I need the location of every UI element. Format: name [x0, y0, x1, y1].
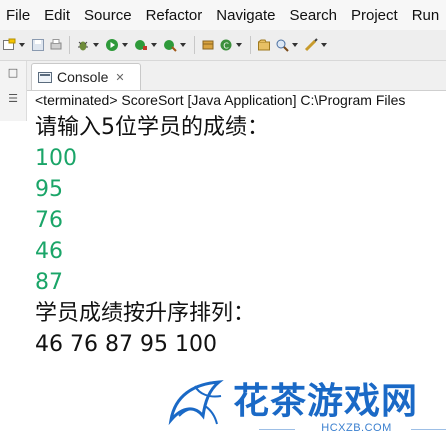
new-icon[interactable] [1, 37, 17, 53]
new-dropdown-icon[interactable] [19, 43, 25, 47]
console-output: 请输入5位学员的成绩： 100 95 76 46 87 学员成绩按升序排列： 4… [35, 112, 446, 360]
input-line: 100 [35, 146, 77, 171]
open-type-icon[interactable] [256, 37, 272, 53]
new-package-icon[interactable] [200, 37, 216, 53]
menu-file[interactable]: File [0, 7, 37, 24]
toolbar-separator [250, 36, 251, 54]
annotation-dropdown-icon[interactable] [321, 43, 327, 47]
prompt-line: 请输入5位学员的成绩： [35, 115, 269, 140]
restore-icon[interactable]: □ [7, 67, 19, 79]
input-line: 76 [35, 208, 63, 233]
print-icon[interactable] [48, 37, 64, 53]
left-trim-bar: □ ☰ [0, 61, 27, 121]
input-line: 87 [35, 270, 63, 295]
input-line: 46 [35, 239, 63, 264]
console-tab-bar: Console ✕ [27, 61, 446, 91]
menu-bar: File Edit Source Refactor Navigate Searc… [0, 0, 446, 30]
outline-icon[interactable]: ☰ [7, 93, 19, 105]
search-dropdown-icon[interactable] [292, 43, 298, 47]
menu-project[interactable]: Project [344, 7, 405, 24]
external-tools-dropdown-icon[interactable] [180, 43, 186, 47]
menu-edit[interactable]: Edit [37, 7, 77, 24]
run-icon[interactable] [104, 37, 120, 53]
close-icon[interactable]: ✕ [115, 71, 124, 84]
run-last-icon[interactable] [133, 37, 149, 53]
annotation-icon[interactable] [303, 37, 319, 53]
tab-console-label: Console [57, 69, 109, 85]
new-class-dropdown-icon[interactable] [236, 43, 242, 47]
toolbar-separator [69, 36, 70, 54]
console-icon [38, 71, 52, 83]
save-icon[interactable] [30, 37, 46, 53]
debug-dropdown-icon[interactable] [93, 43, 99, 47]
svg-text:C: C [223, 42, 229, 51]
watermark-text: 花茶游戏网 [233, 381, 419, 422]
toolbar-separator [194, 36, 195, 54]
watermark: 花茶游戏网 HCXZB.COM [165, 372, 446, 436]
toolbar: C [0, 30, 446, 61]
watermark-url: HCXZB.COM [321, 422, 392, 434]
menu-navigate[interactable]: Navigate [209, 7, 282, 24]
new-class-icon[interactable]: C [218, 37, 234, 53]
external-tools-icon[interactable] [162, 37, 178, 53]
watermark-logo-icon [168, 380, 224, 426]
menu-source[interactable]: Source [77, 7, 139, 24]
menu-run[interactable]: Run [405, 7, 446, 24]
input-line: 95 [35, 177, 63, 202]
menu-search[interactable]: Search [282, 7, 344, 24]
run-last-dropdown-icon[interactable] [151, 43, 157, 47]
menu-refactor[interactable]: Refactor [139, 7, 210, 24]
result-label: 学员成绩按升序排列： [35, 301, 256, 326]
console-status: <terminated> ScoreSort [Java Application… [35, 92, 406, 108]
tab-console[interactable]: Console ✕ [31, 63, 141, 90]
result-line: 46 76 87 95 100 [35, 332, 217, 357]
search-icon[interactable] [274, 37, 290, 53]
run-dropdown-icon[interactable] [122, 43, 128, 47]
debug-icon[interactable] [75, 37, 91, 53]
